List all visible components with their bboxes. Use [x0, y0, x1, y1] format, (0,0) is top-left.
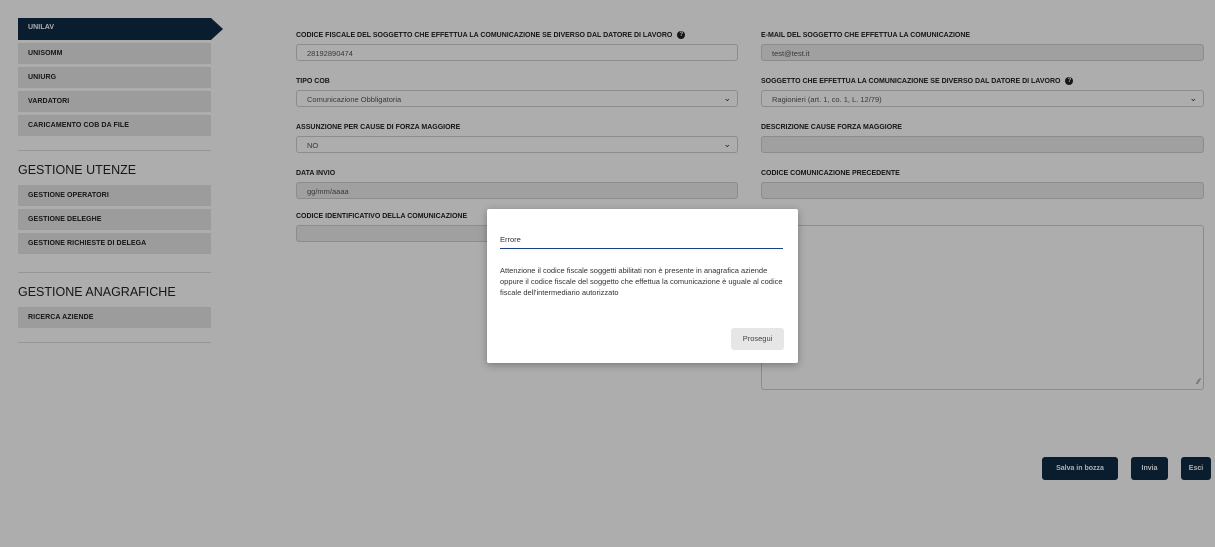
prosegui-button[interactable]: Prosegui: [731, 328, 784, 350]
dialog-message: Attenzione il codice fiscale soggetti ab…: [500, 266, 783, 297]
dialog-title: Errore: [500, 235, 783, 249]
error-dialog: Errore Attenzione il codice fiscale sogg…: [487, 209, 798, 363]
